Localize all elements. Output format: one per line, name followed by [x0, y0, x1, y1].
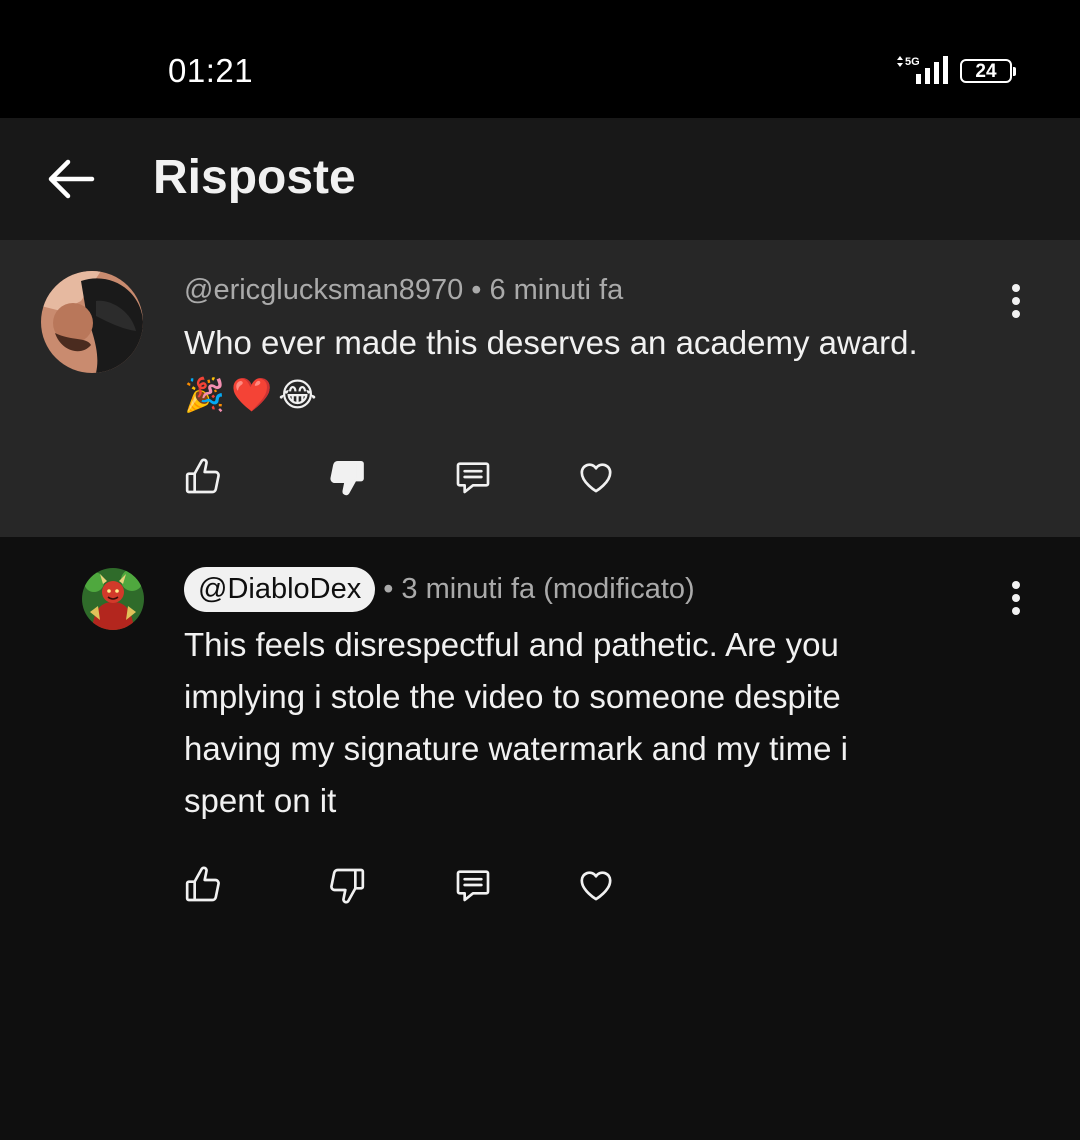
comment-text-line: Who ever made this deserves an academy a… [184, 324, 918, 361]
avatar-photo [41, 271, 143, 373]
more-vert-dot [1012, 297, 1020, 305]
comment-text-line: This feels disrespectful and pathetic. A… [184, 626, 839, 663]
more-vert-dot [1012, 607, 1020, 615]
signal-5g-icon: 5G [897, 56, 948, 84]
reply-icon [456, 462, 490, 494]
comment-time: 6 minuti fa [489, 274, 624, 306]
like-icon [185, 458, 220, 494]
red-heart-emoji: ❤️ [231, 376, 273, 413]
meta-separator: • [383, 573, 394, 605]
more-vert-dot [1012, 310, 1020, 318]
like-icon [185, 866, 220, 902]
comment-actions [0, 447, 1080, 507]
comment-text: Who ever made this deserves an academy a… [184, 317, 984, 421]
avatar[interactable] [41, 271, 143, 373]
heart-icon [580, 871, 612, 901]
meta-separator: • [471, 274, 482, 306]
comment-author[interactable]: @ericglucksman8970 [184, 274, 463, 307]
comment-actions [0, 855, 1080, 915]
reply-button[interactable] [443, 855, 503, 915]
like-button[interactable] [173, 447, 233, 507]
status-bar: 01:21 5G 24 [0, 0, 1080, 118]
avatar[interactable] [82, 568, 144, 630]
back-button[interactable] [40, 154, 102, 204]
battery-indicator: 24 [960, 59, 1016, 83]
network-label: 5G [905, 56, 920, 68]
comment-meta: @DiabloDex • 3 minuti fa (modificato) [184, 567, 695, 612]
more-vert-icon [1012, 581, 1020, 589]
comment-author-pill[interactable]: @DiabloDex [184, 567, 376, 612]
party-popper-emoji: 🎉 [184, 376, 226, 413]
avatar-devil-art [82, 568, 144, 630]
dislike-icon [330, 868, 365, 904]
comment-text-line: having my signature watermark and my tim… [184, 730, 848, 767]
more-vert-icon [1012, 284, 1020, 292]
tears-of-joy-emoji: 😂 [278, 376, 317, 413]
more-options-button[interactable] [996, 574, 1036, 622]
reply-button[interactable] [443, 447, 503, 507]
clock: 01:21 [168, 52, 254, 89]
parent-comment: @ericglucksman8970 • 6 minuti fa Who eve… [0, 240, 1080, 537]
heart-button[interactable] [566, 855, 626, 915]
dislike-button[interactable] [317, 855, 377, 915]
comment-text-line: spent on it [184, 782, 337, 819]
comment-time: 3 minuti fa (modificato) [401, 573, 695, 605]
battery-level: 24 [975, 60, 997, 82]
arrow-left-icon [48, 159, 95, 199]
heart-icon [580, 463, 612, 493]
reply-comment: @DiabloDex • 3 minuti fa (modificato) Th… [0, 537, 1080, 967]
dislike-icon [330, 461, 364, 496]
reply-icon [456, 870, 490, 902]
comment-text-line: implying i stole the video to someone de… [184, 678, 841, 715]
page-title: Risposte [153, 151, 356, 204]
more-vert-dot [1012, 594, 1020, 602]
like-button[interactable] [173, 855, 233, 915]
dislike-button[interactable] [317, 447, 377, 507]
top-app-bar: Risposte [0, 118, 1080, 240]
heart-button[interactable] [566, 447, 626, 507]
comment-meta: @ericglucksman8970 • 6 minuti fa [184, 274, 623, 307]
comment-text: This feels disrespectful and pathetic. A… [184, 619, 984, 827]
more-options-button[interactable] [996, 277, 1036, 325]
emoji-row: 🎉 ❤️ 😂 [184, 369, 984, 421]
